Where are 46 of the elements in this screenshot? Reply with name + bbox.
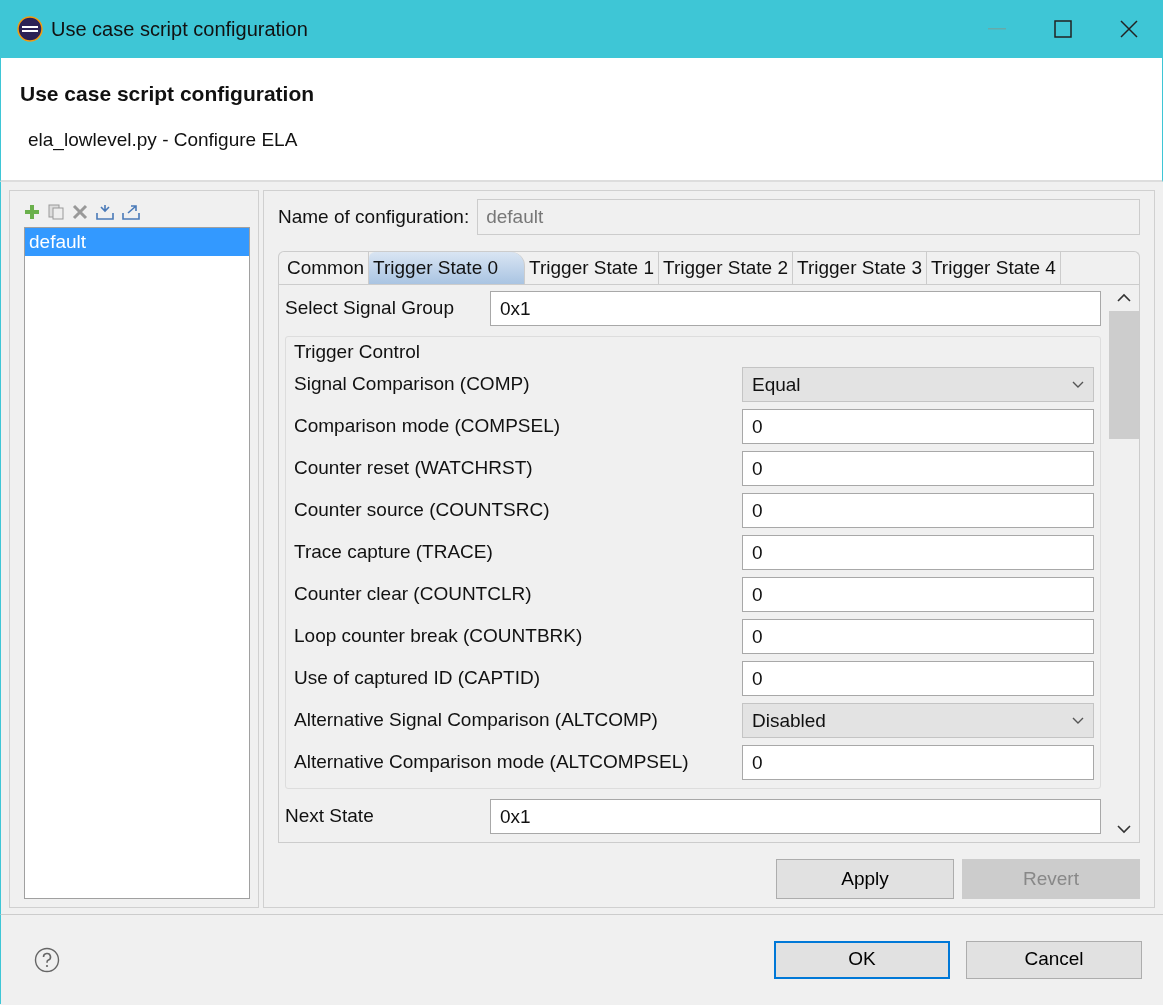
scrollbar-thumb[interactable] [1109, 311, 1139, 439]
apply-button[interactable]: Apply [776, 859, 954, 899]
input-field[interactable]: 0x1 [490, 799, 1101, 834]
field-label: Use of captured ID (CAPTID) [294, 666, 542, 691]
add-icon[interactable] [24, 204, 40, 220]
maximize-icon[interactable] [1054, 20, 1072, 38]
dialog-subtitle: ela_lowlevel.py - Configure ELA [28, 127, 299, 153]
field-label: Loop counter break (COUNTBRK) [294, 624, 584, 649]
field-label: Alternative Signal Comparison (ALTCOMP) [294, 708, 659, 733]
field-label: Counter clear (COUNTCLR) [294, 582, 533, 607]
field-label: Trace capture (TRACE) [294, 540, 494, 565]
ok-button[interactable]: OK [774, 940, 950, 979]
field-label: Name of configuration: [278, 204, 470, 229]
field-label: Alternative Comparison mode (ALTCOMPSEL) [294, 750, 690, 775]
dropdown[interactable]: Disabled [742, 703, 1094, 738]
scroll-up-icon[interactable] [1117, 293, 1131, 303]
app-icon [17, 16, 43, 42]
window-title: Use case script configuration [51, 17, 309, 42]
field-label: Next State [285, 804, 375, 829]
scroll-down-icon[interactable] [1117, 824, 1131, 834]
dropdown[interactable]: Equal [742, 367, 1094, 402]
input-field[interactable]: 0 [742, 493, 1094, 528]
import-icon[interactable] [96, 204, 114, 220]
help-icon[interactable] [34, 946, 60, 973]
input-field[interactable]: 0 [742, 745, 1094, 780]
input-field[interactable]: 0 [742, 535, 1094, 570]
field-label: Comparison mode (COMPSEL) [294, 414, 562, 439]
field-label: Signal Comparison (COMP) [294, 372, 531, 397]
input-field[interactable]: 0 [742, 619, 1094, 654]
field-label: Counter reset (WATCHRST) [294, 456, 534, 481]
group-title: Trigger Control [294, 341, 421, 363]
input-field[interactable]: 0 [742, 577, 1094, 612]
input-field[interactable]: 0 [742, 661, 1094, 696]
input-field[interactable]: 0 [742, 451, 1094, 486]
tab[interactable]: Trigger State 0 [369, 252, 526, 284]
close-icon[interactable] [1120, 20, 1138, 38]
field-label: Select Signal Group [285, 296, 455, 321]
delete-icon[interactable] [72, 204, 88, 220]
chevron-icon [1072, 716, 1084, 725]
export-icon[interactable] [122, 204, 140, 220]
cancel-button[interactable]: Cancel [966, 940, 1142, 979]
field-label: Counter source (COUNTSRC) [294, 498, 551, 523]
chevron-icon [1072, 380, 1084, 389]
input-field[interactable]: 0 [742, 409, 1094, 444]
dialog-title: Use case script configuration [20, 81, 316, 107]
input-field[interactable]: 0x1 [490, 291, 1101, 326]
